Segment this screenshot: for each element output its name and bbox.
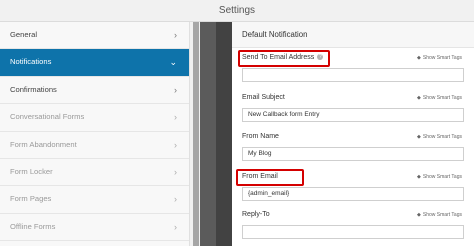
tag-icon: ◆ <box>417 55 421 61</box>
sidebar-item-label: Form Pages <box>10 194 52 204</box>
show-smart-tags-link[interactable]: ◆ Show Smart Tags <box>417 174 462 180</box>
chevron-down-icon: ⌄ <box>169 57 177 68</box>
show-smart-tags-link[interactable]: ◆ Show Smart Tags <box>417 55 462 61</box>
chevron-right-icon: › <box>174 166 177 177</box>
sidebar-item-form-abandonment[interactable]: Form Abandonment › <box>0 132 189 159</box>
email-subject-input[interactable]: New Callback form Entry <box>242 108 464 122</box>
chevron-right-icon: › <box>174 139 177 150</box>
from-email-input[interactable]: {admin_email} <box>242 187 464 201</box>
sidebar-item-label: Conversational Forms <box>10 112 85 122</box>
highlight-send-to-email <box>238 50 330 67</box>
tag-icon: ◆ <box>417 95 421 101</box>
sidebar-item-confirmations[interactable]: Confirmations › <box>0 77 189 105</box>
sidebar-item-conversational-forms[interactable]: Conversational Forms › <box>0 104 189 132</box>
show-smart-tags-link[interactable]: ◆ Show Smart Tags <box>417 134 462 140</box>
email-subject-label: Email Subject <box>242 94 285 101</box>
sidebar-item-offline-forms[interactable]: Offline Forms › <box>0 214 189 242</box>
sidebar-item-notifications[interactable]: Notifications ⌄ <box>0 49 189 77</box>
show-smart-tags-link[interactable]: ◆ Show Smart Tags <box>417 95 462 101</box>
chevron-right-icon: › <box>174 30 177 40</box>
chevron-right-icon: › <box>174 221 177 232</box>
sidebar-item-label: Form Abandonment <box>10 139 77 149</box>
window-title: Settings <box>218 5 256 16</box>
sidebar-item-label: Confirmations <box>10 84 57 94</box>
settings-sidebar: General › Notifications ⌄ Confirmations … <box>0 22 190 246</box>
sidebar-item-label: Offline Forms <box>10 221 56 231</box>
sidebar-item-form-locker[interactable]: Form Locker › <box>0 159 189 187</box>
tag-icon: ◆ <box>417 174 421 180</box>
highlight-from-email <box>236 169 304 186</box>
sidebar-item-form-pages[interactable]: Form Pages › <box>0 186 189 214</box>
sidebar-scrollbar-thumb[interactable] <box>193 22 199 246</box>
show-smart-tags-link[interactable]: ◆ Show Smart Tags <box>417 212 462 218</box>
sidebar-item-general[interactable]: General › <box>0 22 189 50</box>
sidebar-item-label: Notifications <box>10 57 52 67</box>
tag-icon: ◆ <box>417 134 421 140</box>
chevron-right-icon: › <box>174 84 177 95</box>
content-gutter-shadow <box>216 22 232 246</box>
chevron-right-icon: › <box>174 194 177 205</box>
sidebar-item-label: General <box>10 30 38 39</box>
window-title-bar: Settings <box>0 0 474 22</box>
chevron-right-icon: › <box>174 112 177 123</box>
tag-icon: ◆ <box>417 212 421 218</box>
reply-to-label: Reply-To <box>242 211 270 218</box>
from-name-input[interactable]: My Blog <box>242 147 464 161</box>
from-name-label: From Name <box>242 133 279 140</box>
send-to-email-input[interactable] <box>242 68 464 82</box>
reply-to-input[interactable] <box>242 225 464 239</box>
panel-title: Default Notification <box>232 22 474 48</box>
sidebar-item-label: Form Locker <box>10 166 53 176</box>
